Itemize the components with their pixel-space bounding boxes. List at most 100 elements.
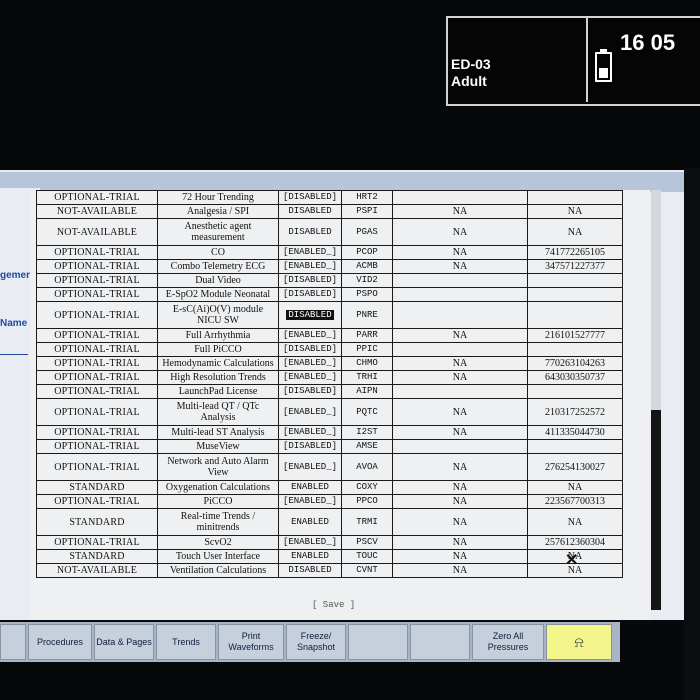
table-row[interactable]: STANDARD Real-time Trends / minitrends ENA… — [36, 508, 623, 536]
table-row[interactable]: NOT-AVAILABLE Anesthetic agent measuremen… — [36, 218, 623, 246]
code-cell: PARR — [341, 328, 393, 343]
taskbar-button-zero-all-pressures[interactable]: Zero All Pressures — [472, 624, 544, 660]
table-row[interactable]: OPTIONAL-TRIAL Network and Auto Alarm Vie… — [36, 453, 623, 481]
alarm-bell-icon: ⍾ — [574, 633, 584, 650]
state-cell: DISABLED — [278, 204, 342, 219]
state-cell: [ENABLED_] — [278, 535, 342, 550]
na-cell — [392, 342, 528, 357]
table-row[interactable]: OPTIONAL-TRIAL PiCCO [ENABLED_] PPCO NA 22356… — [36, 494, 623, 509]
status-cell: OPTIONAL-TRIAL — [36, 425, 158, 440]
na-cell — [392, 384, 528, 399]
state-cell: [DISABLED] — [278, 342, 342, 357]
save-button[interactable]: [ Save ] — [312, 600, 355, 610]
table-row[interactable]: STANDARD Oxygenation Calculations ENABLED C… — [36, 480, 623, 495]
serial-cell: NA — [527, 480, 623, 495]
state-cell: DISABLED — [278, 218, 342, 246]
code-cell: TOUC — [341, 549, 393, 564]
feature-cell: ScvO2 — [157, 535, 279, 550]
na-cell — [392, 287, 528, 302]
taskbar-button-trends[interactable]: Trends — [156, 624, 216, 660]
table-row[interactable]: OPTIONAL-TRIAL Dual Video [DISABLED] VID2 — [36, 273, 623, 288]
na-cell: NA — [392, 480, 528, 495]
feature-cell: Multi-lead QT / QTc Analysis — [157, 398, 279, 426]
battery-icon — [595, 49, 612, 82]
status-cell: OPTIONAL-TRIAL — [36, 535, 158, 550]
table-row[interactable]: OPTIONAL-TRIAL High Resolution Trends [ENA… — [36, 370, 623, 385]
serial-cell — [527, 342, 623, 357]
code-cell: TRHI — [341, 370, 393, 385]
table-row[interactable]: OPTIONAL-TRIAL MuseView [DISABLED] AMSE — [36, 439, 623, 454]
state-cell: [ENABLED_] — [278, 425, 342, 440]
taskbar-button-dimmed-2[interactable] — [410, 624, 470, 660]
taskbar-button-print-waveforms[interactable]: Print Waveforms — [218, 624, 284, 660]
feature-cell: 72 Hour Trending — [157, 190, 279, 205]
feature-cell: Oxygenation Calculations — [157, 480, 279, 495]
serial-cell — [527, 301, 623, 329]
taskbar-button-dimmed-1[interactable] — [348, 624, 408, 660]
code-cell: PPIC — [341, 342, 393, 357]
status-cell: OPTIONAL-TRIAL — [36, 245, 158, 260]
table-row[interactable]: OPTIONAL-TRIAL E-SpO2 Module Neonatal [DIS… — [36, 287, 623, 302]
status-cell: OPTIONAL-TRIAL — [36, 453, 158, 481]
serial-cell — [527, 273, 623, 288]
feature-cell: E-sC(Ai)O(V) module NICU SW — [157, 301, 279, 329]
serial-cell — [527, 190, 623, 205]
status-cell: OPTIONAL-TRIAL — [36, 342, 158, 357]
app-header-bar — [0, 172, 684, 192]
status-cell: OPTIONAL-TRIAL — [36, 190, 158, 205]
serial-cell: NA — [527, 508, 623, 536]
feature-cell: Touch User Interface — [157, 549, 279, 564]
code-cell: PGAS — [341, 218, 393, 246]
serial-cell — [527, 439, 623, 454]
taskbar-button-data-pages[interactable]: Data & Pages — [94, 624, 154, 660]
taskbar-button-freeze-snapshot[interactable]: Freeze/ Snapshot — [286, 624, 346, 660]
status-cell: OPTIONAL-TRIAL — [36, 370, 158, 385]
serial-cell: 411335044730 — [527, 425, 623, 440]
bed-label: ED-03 — [451, 56, 491, 72]
serial-cell: NA — [527, 204, 623, 219]
feature-cell: Dual Video — [157, 273, 279, 288]
feature-cell: Hemodynamic Calculations — [157, 356, 279, 371]
table-row[interactable]: OPTIONAL-TRIAL ScvO2 [ENABLED_] PSCV NA 25761… — [36, 535, 623, 550]
code-cell: PNRE — [341, 301, 393, 329]
code-cell: AIPN — [341, 384, 393, 399]
feature-cell: Multi-lead ST Analysis — [157, 425, 279, 440]
state-cell: [ENABLED_] — [278, 494, 342, 509]
table-row[interactable]: OPTIONAL-TRIAL Full Arrhythmia [ENABLED_] P… — [36, 328, 623, 343]
status-cell: OPTIONAL-TRIAL — [36, 494, 158, 509]
feature-cell: LaunchPad License — [157, 384, 279, 399]
monitor-edge — [684, 168, 700, 700]
table-row[interactable]: NOT-AVAILABLE Analgesia / SPI DISABLED PSPI… — [36, 204, 623, 219]
close-mark-icon: ✕ — [565, 552, 579, 569]
na-cell: NA — [392, 549, 528, 564]
sidebar-divider — [0, 354, 28, 355]
alarm-silence-button[interactable]: ⍾ — [546, 624, 612, 660]
state-cell: [ENABLED_] — [278, 453, 342, 481]
sidebar-link-name[interactable]: Name — [0, 318, 27, 329]
feature-cell: CO — [157, 245, 279, 260]
table-row[interactable]: OPTIONAL-TRIAL Hemodynamic Calculations [E… — [36, 356, 623, 371]
na-cell: NA — [392, 563, 528, 578]
selected-state-highlight[interactable]: DISABLED — [286, 309, 334, 320]
table-row[interactable]: OPTIONAL-TRIAL Multi-lead ST Analysis [ENA… — [36, 425, 623, 440]
state-cell: [ENABLED_] — [278, 245, 342, 260]
scrollbar-thumb[interactable] — [651, 410, 661, 610]
table-row[interactable]: STANDARD Touch User Interface ENABLED TOUC N… — [36, 549, 623, 564]
feature-cell: Full Arrhythmia — [157, 328, 279, 343]
taskbar-button-procedures[interactable]: Procedures — [28, 624, 92, 660]
table-row[interactable]: OPTIONAL-TRIAL Multi-lead QT / QTc Analys… — [36, 398, 623, 426]
status-divider — [586, 18, 588, 102]
table-row[interactable]: OPTIONAL-TRIAL LaunchPad License [DISABLED… — [36, 384, 623, 399]
table-row[interactable]: OPTIONAL-TRIAL E-sC(Ai)O(V) module NICU S… — [36, 301, 623, 329]
table-row[interactable]: NOT-AVAILABLE Ventilation Calculations DIS… — [36, 563, 623, 578]
state-cell: DISABLED — [278, 563, 342, 578]
taskbar-button-setup[interactable] — [0, 624, 26, 660]
table-row[interactable]: OPTIONAL-TRIAL CO [ENABLED_] PCOP NA 74177226… — [36, 245, 623, 260]
serial-cell: 210317252572 — [527, 398, 623, 426]
state-cell: [DISABLED] — [278, 384, 342, 399]
table-row[interactable]: OPTIONAL-TRIAL Full PiCCO [DISABLED] PPIC — [36, 342, 623, 357]
table-row[interactable]: OPTIONAL-TRIAL Combo Telemetry ECG [ENABLE… — [36, 259, 623, 274]
table-row[interactable]: OPTIONAL-TRIAL 72 Hour Trending [DISABLED]… — [36, 190, 623, 205]
code-cell: PSPO — [341, 287, 393, 302]
status-cell: NOT-AVAILABLE — [36, 218, 158, 246]
